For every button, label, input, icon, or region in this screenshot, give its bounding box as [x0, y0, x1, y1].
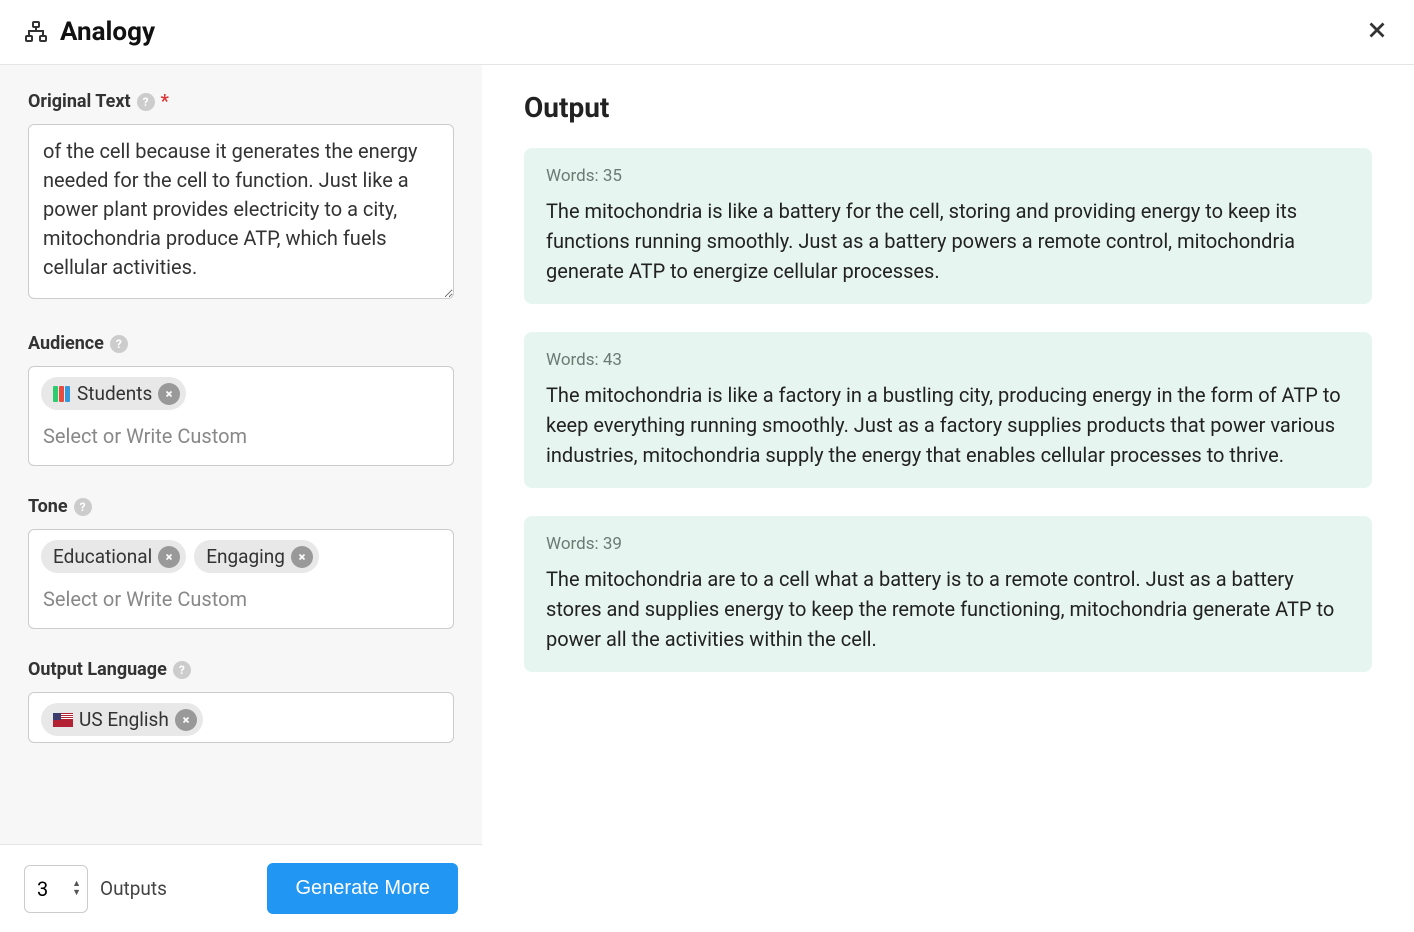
tone-tag-educational: Educational: [41, 540, 186, 573]
tone-tag-engaging: Engaging: [194, 540, 319, 573]
close-icon: [1364, 17, 1390, 43]
close-icon: [181, 715, 191, 725]
word-count: Words: 35: [546, 166, 1350, 186]
help-icon[interactable]: ?: [110, 335, 128, 353]
help-icon[interactable]: ?: [137, 93, 155, 111]
output-text: The mitochondria are to a cell what a ba…: [546, 564, 1350, 654]
word-count: Words: 43: [546, 350, 1350, 370]
close-icon: [297, 552, 307, 562]
output-card[interactable]: Words: 35 The mitochondria is like a bat…: [524, 148, 1372, 304]
output-language-label: Output Language ?: [28, 659, 454, 680]
audience-label: Audience ?: [28, 333, 454, 354]
original-text-input[interactable]: of the cell because it generates the ene…: [28, 124, 454, 299]
original-text-label: Original Text ? *: [28, 91, 454, 112]
output-language-field: Output Language ? US English: [28, 659, 454, 743]
language-tag-us-english: US English: [41, 703, 203, 736]
sidebar: Original Text ? * of the cell because it…: [0, 65, 482, 932]
remove-tag-button[interactable]: [158, 383, 180, 405]
remove-tag-button[interactable]: [175, 709, 197, 731]
output-panel: Output Words: 35 The mitochondria is lik…: [482, 65, 1414, 932]
output-text: The mitochondria is like a battery for t…: [546, 196, 1350, 286]
help-icon[interactable]: ?: [173, 661, 191, 679]
tone-placeholder: Select or Write Custom: [41, 581, 441, 617]
outputs-count-input[interactable]: [37, 877, 61, 901]
output-text: The mitochondria is like a factory in a …: [546, 380, 1350, 470]
outputs-label: Outputs: [100, 877, 167, 900]
analogy-modal: Analogy Original Text ? * of the cell be…: [0, 0, 1414, 932]
close-button[interactable]: [1364, 16, 1390, 48]
close-icon: [164, 552, 174, 562]
audience-field: Audience ? Students Select or Write Cust…: [28, 333, 454, 466]
output-card[interactable]: Words: 43 The mitochondria is like a fac…: [524, 332, 1372, 488]
word-count: Words: 39: [546, 534, 1350, 554]
generate-more-button[interactable]: Generate More: [267, 863, 458, 914]
help-icon[interactable]: ?: [74, 498, 92, 516]
modal-header: Analogy: [0, 0, 1414, 65]
output-title: Output: [524, 91, 1372, 124]
analogy-icon: [24, 20, 48, 44]
output-language-input[interactable]: US English: [28, 692, 454, 743]
output-card[interactable]: Words: 39 The mitochondria are to a cell…: [524, 516, 1372, 672]
required-indicator: *: [161, 91, 169, 112]
books-icon: [53, 386, 71, 402]
audience-placeholder: Select or Write Custom: [41, 418, 441, 454]
flag-us-icon: [53, 713, 73, 727]
remove-tag-button[interactable]: [158, 546, 180, 568]
close-icon: [164, 389, 174, 399]
original-text-field: Original Text ? * of the cell because it…: [28, 91, 454, 303]
remove-tag-button[interactable]: [291, 546, 313, 568]
tone-input[interactable]: Educational Engaging Select or Write Cus…: [28, 529, 454, 629]
modal-title: Analogy: [60, 17, 155, 47]
outputs-count-stepper[interactable]: ▲ ▼: [24, 865, 88, 913]
stepper-down[interactable]: ▼: [72, 889, 81, 898]
audience-tag-students: Students: [41, 377, 186, 410]
sidebar-footer: ▲ ▼ Outputs Generate More: [0, 844, 482, 932]
tone-field: Tone ? Educational Engaging: [28, 496, 454, 629]
audience-input[interactable]: Students Select or Write Custom: [28, 366, 454, 466]
tone-label: Tone ?: [28, 496, 454, 517]
